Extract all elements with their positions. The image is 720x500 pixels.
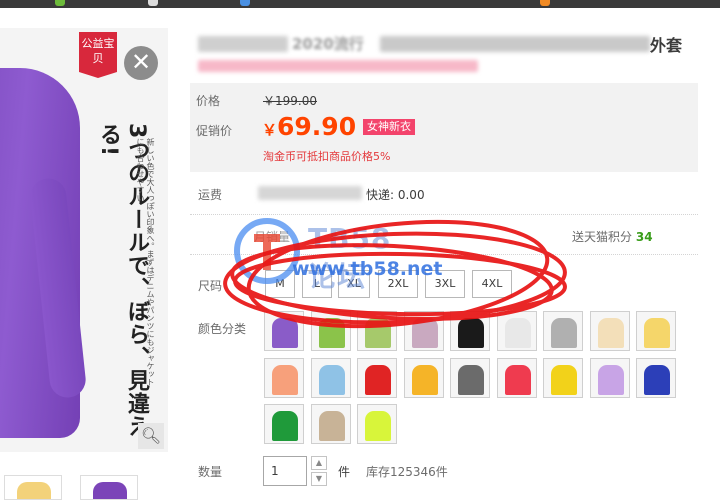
red-circle-annotation	[223, 219, 567, 329]
